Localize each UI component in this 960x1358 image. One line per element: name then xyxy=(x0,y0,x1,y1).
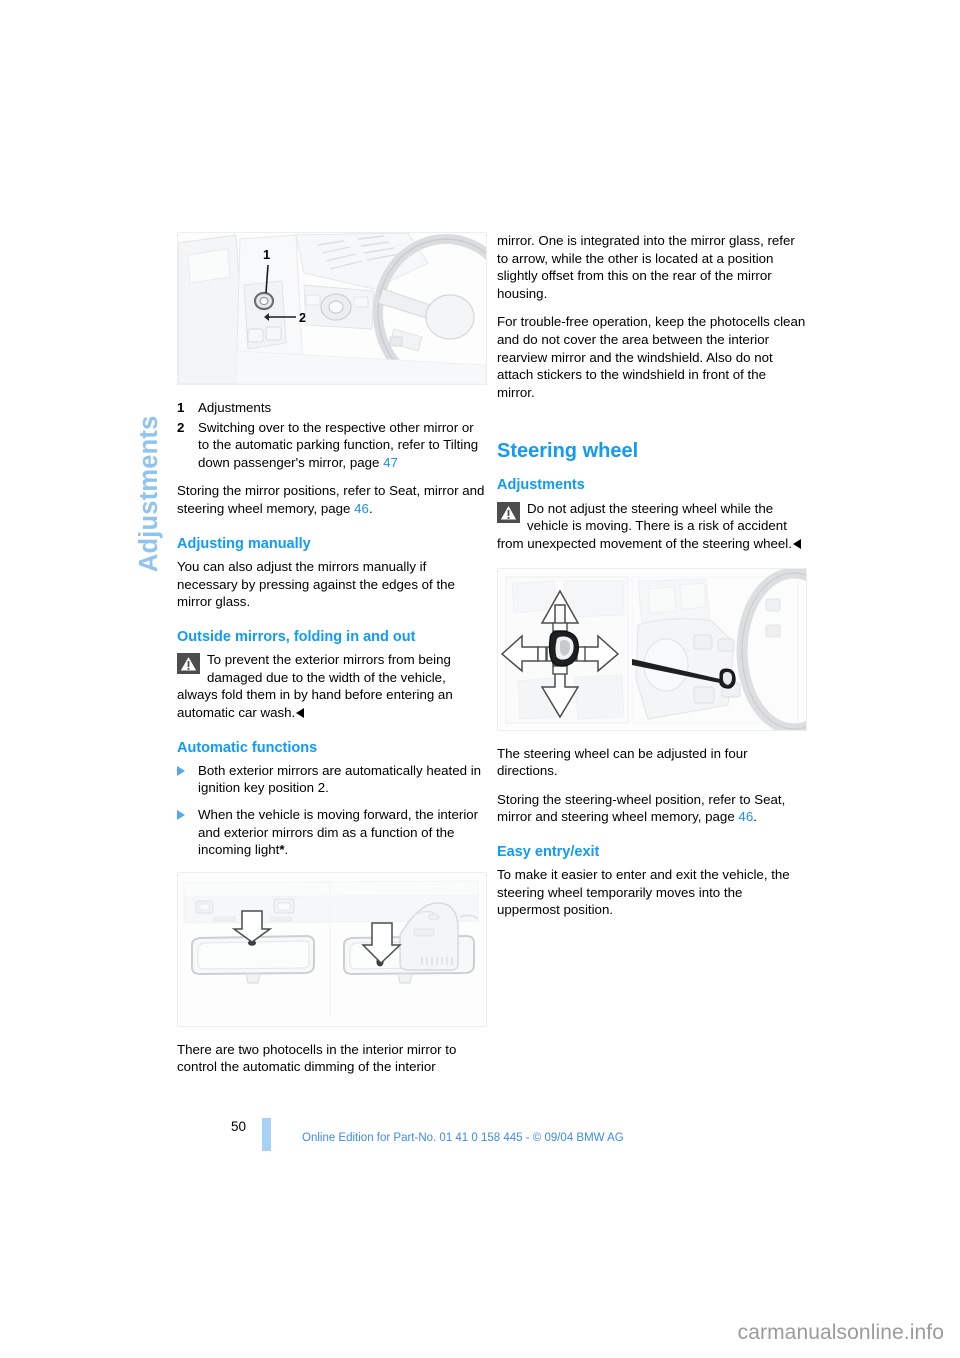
heading-outside-mirrors-folding: Outside mirrors, folding in and out xyxy=(177,629,487,646)
page-reference-link[interactable]: 46 xyxy=(354,501,369,516)
figure-interior-mirror-photocells xyxy=(177,871,487,1027)
heading-automatic-functions: Automatic functions xyxy=(177,739,318,756)
easy-entry-exit-paragraph: To make it easier to enter and exit the … xyxy=(497,867,790,918)
legend-item-2: 2 Switching over to the respective other… xyxy=(177,419,487,472)
adjusting-manually-paragraph: You can also adjust the mirrors manually… xyxy=(177,558,455,610)
page-footer: 50 Online Edition for Part-No. 01 41 0 1… xyxy=(0,1118,960,1164)
legend-item-1: 1 Adjustments xyxy=(177,399,487,417)
footer-accent-bar xyxy=(262,1118,271,1151)
footer-edition-note: Online Edition for Part-No. 01 41 0 158 … xyxy=(302,1132,624,1144)
storing-mirror-positions-paragraph: Storing the mirror positions, refer to S… xyxy=(177,482,487,517)
storing-steering-wheel-paragraph: Storing the steering-wheel position, ref… xyxy=(497,791,807,826)
mirror-control-switch-illustration: 1 2 xyxy=(178,233,486,384)
interior-mirror-photocells-illustration xyxy=(178,872,486,1026)
list-item-tail: . xyxy=(284,842,289,858)
figure-steering-wheel-adjustment xyxy=(497,567,807,731)
chapter-tab-label: Adjustments xyxy=(135,415,164,572)
heading-steering-wheel-adjustments: Adjustments xyxy=(497,477,585,494)
heading-easy-entry-exit: Easy entry/exit xyxy=(497,843,600,860)
legend-text: Adjustments xyxy=(198,400,272,415)
warning-block-outside-mirrors: To prevent the exterior mirrors from bei… xyxy=(177,651,487,721)
warning-triangle-icon xyxy=(497,501,520,523)
automatic-functions-list: Both exterior mirrors are automatically … xyxy=(177,762,487,859)
warning-end-marker xyxy=(792,538,801,549)
continued-paragraph: mirror. One is integrated into the mirro… xyxy=(497,233,795,301)
legend-text-body: Switching over to the respective other m… xyxy=(198,419,479,470)
list-item: Both exterior mirrors are automatically … xyxy=(177,762,487,797)
page-number: 50 xyxy=(231,1119,247,1134)
heading-text: Outside mirrors, folding in and out xyxy=(177,628,416,645)
legend-text: Switching over to the respective other m… xyxy=(198,419,487,472)
list-item-text: Both exterior mirrors are automatically … xyxy=(198,762,482,796)
four-directions-paragraph: The steering wheel can be adjusted in fo… xyxy=(497,745,748,779)
legend-number: 1 xyxy=(177,400,185,415)
photocells-paragraph: There are two photocells in the interior… xyxy=(177,1041,457,1075)
warning-triangle-icon xyxy=(177,653,200,675)
list-item: When the vehicle is moving forward, the … xyxy=(177,806,487,859)
manual-page: Adjustments 1 2 1 Adjustments 2 Switchin… xyxy=(0,0,960,1358)
warning-text: Do not adjust the steering wheel while t… xyxy=(497,500,792,551)
page-reference-link[interactable]: 46 xyxy=(738,809,753,824)
figure-mirror-controls: 1 2 xyxy=(177,232,487,385)
paragraph-text: Storing the mirror positions, refer to S… xyxy=(177,483,485,516)
warning-end-marker xyxy=(296,707,305,718)
paragraph-tail: . xyxy=(368,500,373,516)
legend-number: 2 xyxy=(177,419,185,435)
list-item-text: When the vehicle is moving forward, the … xyxy=(198,806,487,859)
heading-adjusting-manually: Adjusting manually xyxy=(177,535,311,552)
steering-wheel-adjustment-illustration xyxy=(498,568,806,730)
paragraph-tail: . xyxy=(753,809,757,825)
svg-text:1: 1 xyxy=(263,247,270,262)
warning-text: To prevent the exterior mirrors from bei… xyxy=(177,652,453,720)
right-column: mirror. One is integrated into the mirro… xyxy=(497,232,807,930)
page-reference-link[interactable]: 47 xyxy=(383,455,398,470)
left-column: 1 2 1 Adjustments 2 Switching over to th… xyxy=(177,232,487,1087)
site-watermark: carmanualsonline.info xyxy=(737,1321,944,1344)
trouble-free-operation-paragraph: For trouble-free operation, keep the pho… xyxy=(497,314,806,400)
triangle-bullet-icon xyxy=(177,806,198,859)
triangle-bullet-icon xyxy=(177,762,198,797)
section-title-steering-wheel: Steering wheel xyxy=(497,440,639,463)
figure-legend-list: 1 Adjustments 2 Switching over to the re… xyxy=(177,399,487,471)
chapter-tab: Adjustments xyxy=(0,215,165,572)
warning-block-steering-wheel: Do not adjust the steering wheel while t… xyxy=(497,500,807,553)
list-item-body: When the vehicle is moving forward, the … xyxy=(198,807,479,858)
